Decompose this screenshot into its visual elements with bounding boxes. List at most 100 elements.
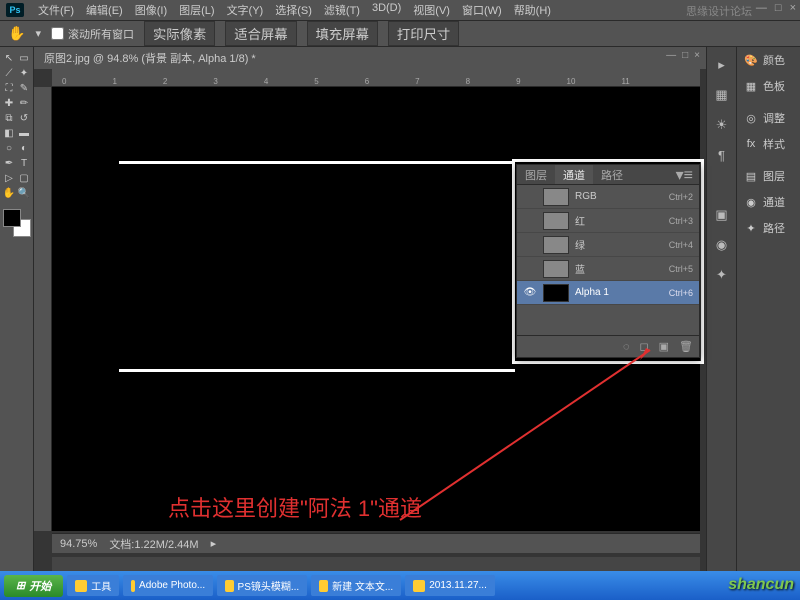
- window-controls: — □ ×: [756, 2, 796, 14]
- taskbar-item[interactable]: Adobe Photo...: [123, 575, 213, 596]
- menu-item[interactable]: 3D(D): [366, 2, 407, 18]
- taskbar-item[interactable]: PS镜头模糊...: [217, 575, 307, 596]
- menu-item[interactable]: 选择(S): [269, 2, 318, 18]
- dropdown-arrow-icon[interactable]: ▾: [35, 27, 41, 40]
- panel-icon: fx: [743, 136, 759, 152]
- tab-layers[interactable]: 图层: [517, 165, 555, 184]
- tab-channels[interactable]: 通道: [555, 165, 593, 184]
- channel-row[interactable]: 👁 Alpha 1 Ctrl+6: [517, 281, 699, 305]
- delete-channel-icon[interactable]: 🗑: [679, 340, 693, 353]
- wand-tool[interactable]: ✦: [17, 66, 31, 80]
- color-swatches[interactable]: [3, 209, 31, 237]
- actual-pixels-button[interactable]: 实际像素: [144, 21, 215, 46]
- horizontal-scrollbar[interactable]: [52, 557, 700, 571]
- scroll-all-checkbox[interactable]: 滚动所有窗口: [51, 26, 134, 42]
- menu-item[interactable]: 文字(Y): [221, 2, 270, 18]
- type-tool[interactable]: T: [17, 156, 31, 170]
- panel-tab[interactable]: ◎调整: [737, 105, 800, 131]
- menu-item[interactable]: 编辑(E): [80, 2, 129, 18]
- layers-sash-icon[interactable]: ▣: [712, 205, 732, 225]
- start-button[interactable]: ⊞ 开始: [4, 575, 63, 597]
- taskbar-item[interactable]: 2013.11.27...: [405, 575, 495, 596]
- paragraph-icon[interactable]: ¶: [712, 145, 732, 165]
- minimize-button[interactable]: —: [756, 2, 767, 14]
- shape-tool[interactable]: ▢: [17, 171, 31, 185]
- panel-menu-icon[interactable]: ▾≡: [670, 165, 699, 184]
- brightness-icon[interactable]: ☀: [712, 115, 732, 135]
- corner-watermark: shancun: [728, 576, 794, 594]
- panel-icon: ◎: [743, 110, 759, 126]
- marquee-tool[interactable]: ▭: [17, 51, 31, 65]
- doc-maximize[interactable]: □: [682, 50, 688, 61]
- clone-tool[interactable]: ⧉: [2, 111, 16, 125]
- channel-row[interactable]: 蓝 Ctrl+5: [517, 257, 699, 281]
- doc-close[interactable]: ×: [694, 50, 700, 61]
- visibility-toggle[interactable]: 👁: [523, 287, 537, 298]
- doc-minimize[interactable]: —: [666, 50, 676, 61]
- panel-tab[interactable]: fx样式: [737, 131, 800, 157]
- close-button[interactable]: ×: [790, 2, 796, 14]
- vertical-ruler: [34, 87, 52, 531]
- menu-item[interactable]: 滤镜(T): [318, 2, 366, 18]
- channel-name: 红: [575, 213, 663, 228]
- blur-tool[interactable]: ○: [2, 141, 16, 155]
- panel-tab[interactable]: ◉通道: [737, 189, 800, 215]
- channel-row[interactable]: 绿 Ctrl+4: [517, 233, 699, 257]
- annotation-text: 点击这里创建"阿法 1"通道: [168, 491, 422, 523]
- history-brush-tool[interactable]: ↺: [17, 111, 31, 125]
- pen-tool[interactable]: ✒: [2, 156, 16, 170]
- panel-icon: ▦: [743, 78, 759, 94]
- panel-icon: ▤: [743, 168, 759, 184]
- paths-sash-icon[interactable]: ✦: [712, 265, 732, 285]
- foreground-color-swatch[interactable]: [3, 209, 21, 227]
- menu-item[interactable]: 帮助(H): [508, 2, 557, 18]
- channel-shortcut: Ctrl+5: [669, 264, 693, 274]
- maximize-button[interactable]: □: [775, 2, 782, 14]
- fit-screen-button[interactable]: 适合屏幕: [225, 21, 296, 46]
- panel-tab[interactable]: 🎨颜色: [737, 47, 800, 73]
- channels-panel: 图层 通道 路径 ▾≡ RGB Ctrl+2 红 Ctrl+3 绿 Ctrl+4…: [516, 164, 700, 358]
- menu-item[interactable]: 图层(L): [173, 2, 220, 18]
- gradient-tool[interactable]: ▬: [17, 126, 31, 140]
- file-info: 文档:1.22M/2.44M: [109, 536, 198, 552]
- history-icon[interactable]: ▸: [712, 55, 732, 75]
- channel-row[interactable]: 红 Ctrl+3: [517, 209, 699, 233]
- eraser-tool[interactable]: ◧: [2, 126, 16, 140]
- print-size-button[interactable]: 打印尺寸: [388, 21, 459, 46]
- panel-tab[interactable]: ✦路径: [737, 215, 800, 241]
- move-tool[interactable]: ↖: [2, 51, 16, 65]
- menu-item[interactable]: 图像(I): [129, 2, 173, 18]
- dodge-tool[interactable]: ◐: [17, 141, 31, 155]
- tab-paths[interactable]: 路径: [593, 165, 631, 184]
- menu-item[interactable]: 文件(F): [32, 2, 80, 18]
- document-tab[interactable]: 原图2.jpg @ 94.8% (背景 副本, Alpha 1/8) *: [34, 47, 706, 69]
- channel-name: 绿: [575, 237, 663, 252]
- eyedropper-tool[interactable]: ✎: [17, 81, 31, 95]
- taskbar-item[interactable]: 新建 文本文...: [311, 575, 401, 596]
- panel-tab[interactable]: ▦色板: [737, 73, 800, 99]
- channels-sash-icon[interactable]: ◉: [712, 235, 732, 255]
- panel-tab[interactable]: ▤图层: [737, 163, 800, 189]
- brush-tool[interactable]: ✏: [17, 96, 31, 110]
- tools-panel: ↖▭ ⟋✦ ⛶✎ ✚✏ ⧉↺ ◧▬ ○◐ ✒T ▷▢ ✋🔍: [0, 47, 34, 571]
- healing-tool[interactable]: ✚: [2, 96, 16, 110]
- menu-item[interactable]: 窗口(W): [456, 2, 508, 18]
- panel-icon: ✦: [743, 220, 759, 236]
- lasso-tool[interactable]: ⟋: [2, 66, 16, 80]
- watermark-text: 思缘设计论坛: [686, 3, 752, 19]
- crop-tool[interactable]: ⛶: [2, 81, 16, 95]
- hand-tool-icon: ✋: [8, 25, 25, 42]
- channel-row[interactable]: RGB Ctrl+2: [517, 185, 699, 209]
- taskbar-item[interactable]: 工具: [67, 575, 119, 596]
- menu-item[interactable]: 视图(V): [407, 2, 456, 18]
- hand-tool[interactable]: ✋: [2, 186, 16, 200]
- taskbar-app-icon: [225, 580, 233, 592]
- channel-thumbnail: [543, 236, 569, 254]
- swatches-icon[interactable]: ▦: [712, 85, 732, 105]
- zoom-tool[interactable]: 🔍: [17, 186, 31, 200]
- path-select-tool[interactable]: ▷: [2, 171, 16, 185]
- fill-screen-button[interactable]: 填充屏幕: [307, 21, 378, 46]
- zoom-level[interactable]: 94.75%: [60, 538, 97, 550]
- panel-icon: 🎨: [743, 52, 759, 68]
- info-arrow-icon[interactable]: ▸: [211, 537, 217, 550]
